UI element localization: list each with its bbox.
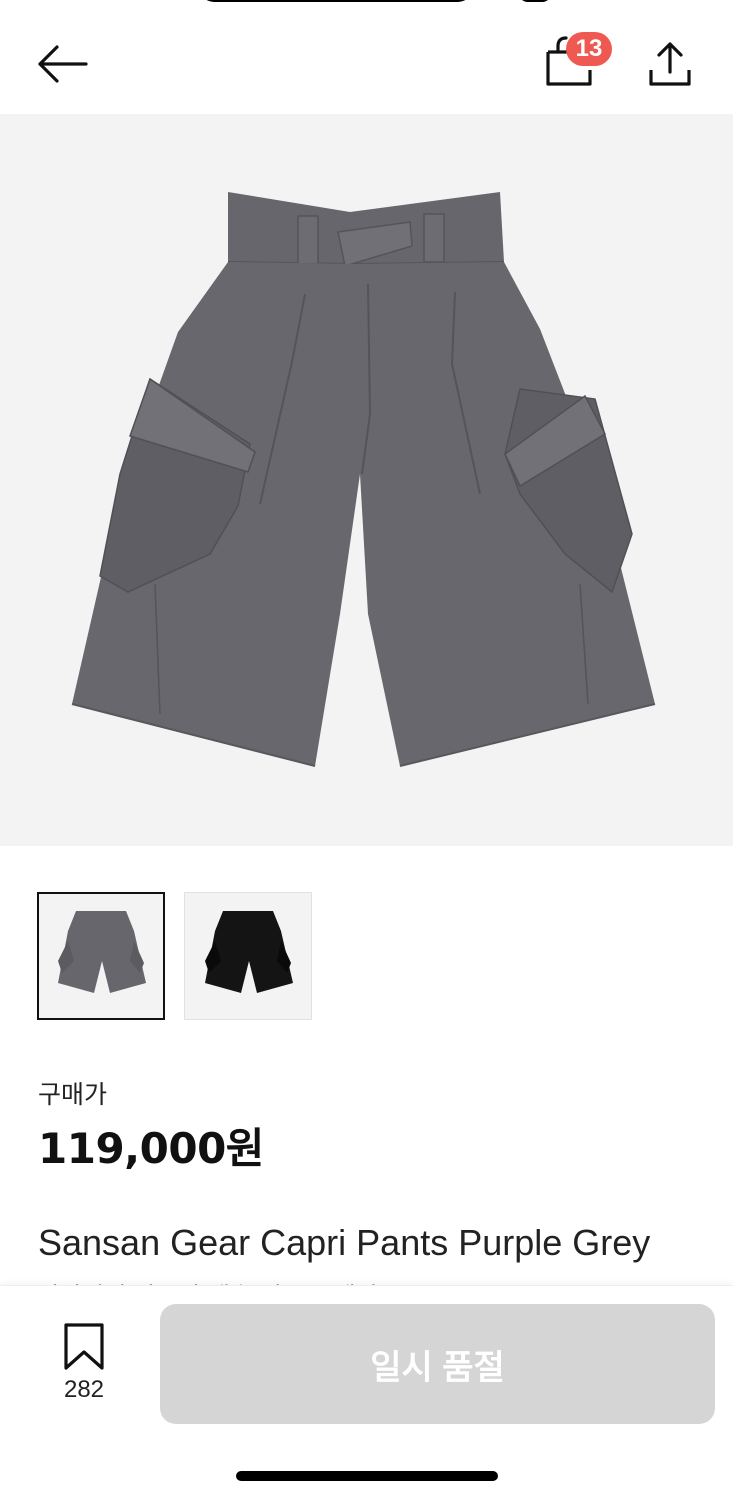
- thumbnail-strip: [37, 892, 312, 1020]
- price-value: 119,000원: [38, 1124, 264, 1173]
- grey-shorts-thumbnail-image: [58, 911, 146, 993]
- arrow-left-icon: [38, 45, 88, 83]
- top-navigation-bar: 13: [0, 0, 733, 114]
- sold-out-button[interactable]: 일시 품절: [160, 1304, 715, 1424]
- share-upload-icon: [649, 42, 691, 86]
- back-button[interactable]: [30, 36, 94, 92]
- product-title-english: Sansan Gear Capri Pants Purple Grey: [38, 1222, 651, 1263]
- black-shorts-thumbnail-image: [205, 911, 293, 993]
- shorts-image: [71, 192, 656, 767]
- wishlist-button[interactable]: 282: [44, 1322, 124, 1408]
- thumbnail-black[interactable]: [184, 892, 312, 1020]
- home-indicator: [236, 1471, 498, 1481]
- wishlist-count: 282: [63, 1376, 105, 1403]
- thumbnail-grey[interactable]: [37, 892, 165, 1020]
- cart-count-badge: 13: [566, 32, 612, 66]
- share-button[interactable]: [640, 34, 700, 94]
- bottom-action-bar: 282 일시 품절: [0, 1285, 733, 1500]
- price-label: 구매가: [38, 1080, 108, 1109]
- cart-button[interactable]: 13: [538, 30, 618, 94]
- product-main-image[interactable]: [0, 114, 733, 846]
- bookmark-icon: [64, 1323, 104, 1370]
